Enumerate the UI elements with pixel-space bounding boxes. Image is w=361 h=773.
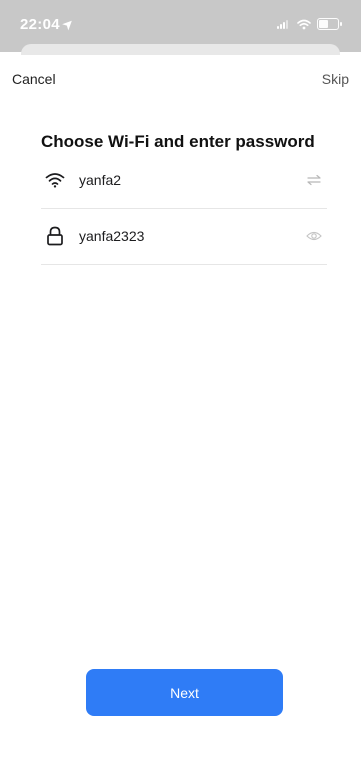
wifi-ssid: yanfa2	[79, 172, 122, 188]
location-arrow-icon: ➤	[59, 15, 77, 33]
wifi-icon	[43, 168, 67, 192]
modal-sheet: Cancel Skip Choose Wi-Fi and enter passw…	[0, 55, 361, 773]
page-title: Choose Wi-Fi and enter password	[41, 132, 315, 151]
lock-icon	[43, 224, 67, 248]
status-time: 22:04➤	[20, 15, 77, 33]
wifi-network-row[interactable]: yanfa2	[41, 152, 327, 209]
eye-icon[interactable]	[303, 225, 325, 247]
cancel-button[interactable]: Cancel	[12, 71, 56, 87]
status-icons	[277, 18, 342, 30]
cellular-signal-icon	[277, 19, 291, 29]
next-button[interactable]: Next	[86, 669, 283, 716]
skip-button[interactable]: Skip	[322, 71, 349, 87]
password-field[interactable]: yanfa2323	[79, 228, 303, 244]
wifi-status-icon	[297, 19, 311, 29]
battery-icon	[317, 18, 342, 30]
switch-network-icon[interactable]	[303, 169, 325, 191]
password-row[interactable]: yanfa2323	[41, 208, 327, 265]
status-time-text: 22:04	[20, 16, 60, 33]
